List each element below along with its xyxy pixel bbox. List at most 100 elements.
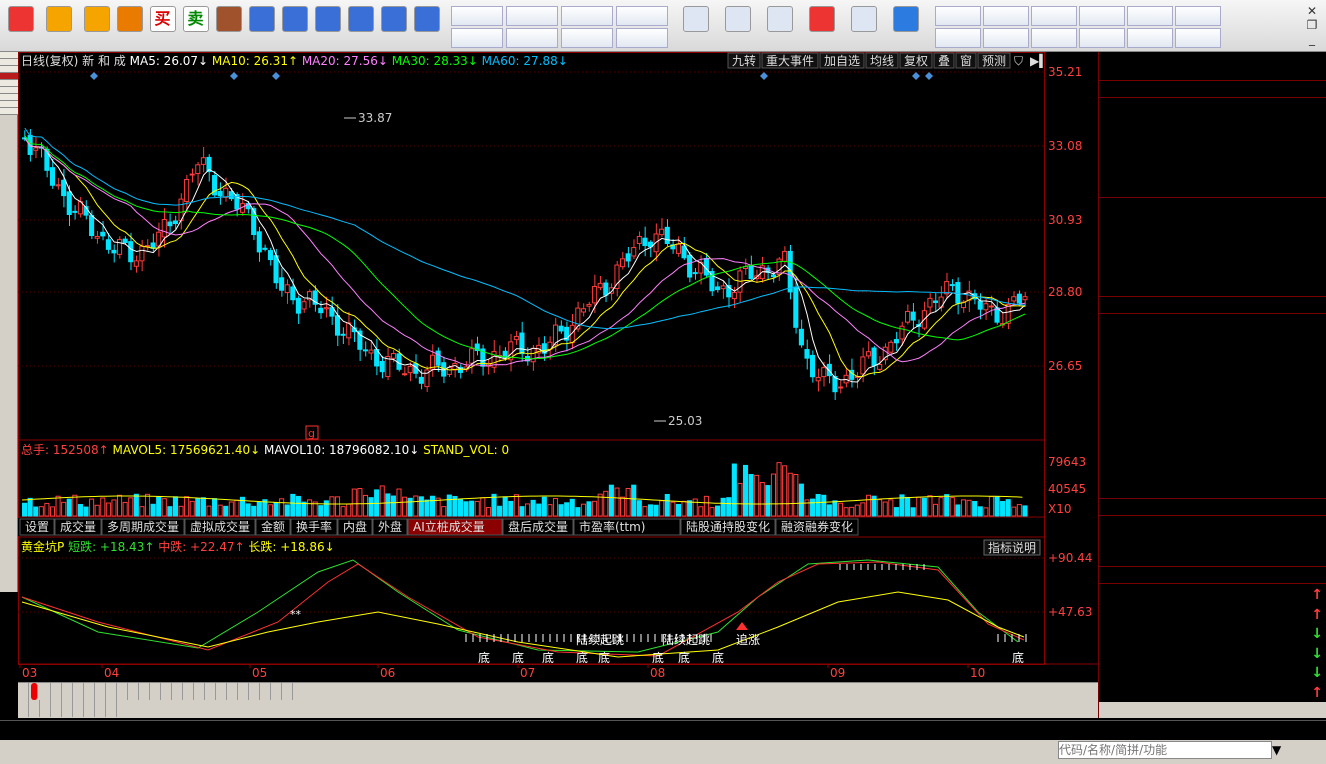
- buy-level-1[interactable]: [1099, 200, 1326, 218]
- chart-header-button-1[interactable]: 重大事件: [761, 52, 819, 69]
- toolbar-market-3-0[interactable]: [1079, 6, 1125, 26]
- toolbar-market-1-0[interactable]: [983, 6, 1029, 26]
- bottom-tab-12[interactable]: [150, 683, 161, 700]
- left-tab-0[interactable]: [0, 52, 18, 59]
- toolbar-hammer-button[interactable]: [212, 4, 245, 50]
- toolbar-market-4-1[interactable]: [1127, 28, 1173, 48]
- sell-level-4[interactable]: [1099, 119, 1326, 137]
- toolbar-hot-button[interactable]: [803, 4, 841, 50]
- indicator-tab-2[interactable]: 多周期成交量: [101, 518, 185, 536]
- toolbar-clock-button[interactable]: [113, 4, 146, 50]
- minimize-icon[interactable]: _: [1302, 32, 1322, 46]
- indicator-tab-10[interactable]: 市盈率(ttm): [573, 518, 681, 536]
- chart-header-button-5[interactable]: 叠: [933, 52, 955, 69]
- buy-level-3[interactable]: [1099, 238, 1326, 256]
- restore-icon[interactable]: ❐: [1302, 18, 1322, 32]
- jingling-item[interactable]: [1099, 548, 1326, 564]
- jingling-title[interactable]: [1099, 498, 1326, 516]
- arrow-menu-icon[interactable]: ▶▍: [1030, 53, 1048, 68]
- bottom-tab-8[interactable]: [106, 683, 117, 700]
- bottom-tab-0[interactable]: [18, 683, 29, 700]
- bottom-tab-13[interactable]: [161, 683, 172, 700]
- toolbar-link-2-0[interactable]: [561, 6, 613, 26]
- stock-search-input[interactable]: [1058, 741, 1272, 759]
- chart-header-button-7[interactable]: 预测: [977, 52, 1011, 69]
- toolbar-market-4-0[interactable]: [1127, 6, 1173, 26]
- toolbar-pencil-button[interactable]: [344, 4, 377, 50]
- close-icon[interactable]: ✕: [1302, 4, 1322, 18]
- indicator-tab-3[interactable]: 虚拟成交量: [184, 518, 256, 536]
- toolbar-market-2-0[interactable]: [1031, 6, 1077, 26]
- bottom-tab-24[interactable]: [282, 683, 293, 700]
- bottom-tab-17[interactable]: [205, 683, 216, 700]
- bottom-tab-19[interactable]: [227, 683, 238, 700]
- toolbar-link-0-0[interactable]: [451, 6, 503, 26]
- left-tab-5[interactable]: [0, 87, 18, 94]
- dropdown-icon[interactable]: ▼: [1272, 740, 1281, 760]
- indicator-tab-7[interactable]: 外盘: [372, 518, 408, 536]
- news-tab-2[interactable]: [40, 700, 51, 717]
- bottom-tab-16[interactable]: [194, 683, 205, 700]
- indicator-tab-0[interactable]: 设置: [19, 518, 55, 536]
- jingling-item[interactable]: [1099, 532, 1326, 548]
- bottom-tab-4[interactable]: [62, 683, 73, 700]
- toolbar-star-button[interactable]: [245, 4, 278, 50]
- sell-level-2[interactable]: [1099, 157, 1326, 175]
- toolbar-link-1-0[interactable]: [506, 6, 558, 26]
- left-tab-1[interactable]: [0, 59, 18, 66]
- bottom-tab-14[interactable]: [172, 683, 183, 700]
- left-tab-3[interactable]: [0, 73, 18, 80]
- chart-header-button-4[interactable]: 复权: [899, 52, 933, 69]
- toolbar-pe-data-button[interactable]: [761, 4, 799, 50]
- bottom-tab-9[interactable]: [117, 683, 128, 700]
- toolbar-sell-button[interactable]: 卖: [179, 4, 212, 50]
- chart-header-button-0[interactable]: 九转: [727, 52, 761, 69]
- bottom-tab-20[interactable]: [238, 683, 249, 700]
- chart-header-button-2[interactable]: 加自选: [819, 52, 865, 69]
- toolbar-market-0-0[interactable]: [935, 6, 981, 26]
- toolbar-market-1-1[interactable]: [983, 28, 1029, 48]
- indicator-tab-4[interactable]: 金额: [255, 518, 291, 536]
- toolbar-market-2-1[interactable]: [1031, 28, 1077, 48]
- indicator-tab-8[interactable]: AI立桩成交量: [407, 518, 503, 536]
- news-tab-6[interactable]: [84, 700, 95, 717]
- bottom-tab-10[interactable]: [128, 683, 139, 700]
- chart-header-button-3[interactable]: 均线: [865, 52, 899, 69]
- sell-level-1[interactable]: [1099, 176, 1326, 194]
- news-tab-7[interactable]: [95, 700, 106, 717]
- sell-level-3[interactable]: [1099, 138, 1326, 156]
- toolbar-market-5-1[interactable]: [1175, 28, 1221, 48]
- news-tab-1[interactable]: [29, 700, 40, 717]
- buy-level-2[interactable]: [1099, 219, 1326, 237]
- indicator-tab-1[interactable]: 成交量: [54, 518, 102, 536]
- bottom-tab-18[interactable]: [216, 683, 227, 700]
- toolbar-ipo-button[interactable]: [845, 4, 883, 50]
- news-tab-8[interactable]: [106, 700, 117, 717]
- toolbar-market-3-1[interactable]: [1079, 28, 1125, 48]
- bottom-tab-6[interactable]: [84, 683, 95, 700]
- bottom-tab-21[interactable]: [249, 683, 260, 700]
- indicator-tab-5[interactable]: 换手率: [290, 518, 338, 536]
- chart-header-button-6[interactable]: 窗: [955, 52, 977, 69]
- toolbar-select-stock-button[interactable]: [410, 4, 443, 50]
- toolbar-period-button[interactable]: [311, 4, 344, 50]
- bottom-tab-15[interactable]: [183, 683, 194, 700]
- indicator-tab-9[interactable]: 盘后成交量: [502, 518, 574, 536]
- bottom-tab-23[interactable]: [271, 683, 282, 700]
- toolbar-star-market-button[interactable]: [677, 4, 715, 50]
- left-tab-8[interactable]: [0, 108, 18, 115]
- toolbar-back-arrow-button[interactable]: [42, 4, 75, 50]
- bottom-tab-2[interactable]: [40, 683, 51, 700]
- toolbar-market-0-1[interactable]: [935, 28, 981, 48]
- toolbar-globe-button[interactable]: [887, 4, 925, 50]
- left-tab-6[interactable]: [0, 94, 18, 101]
- industry-row[interactable]: [1099, 566, 1326, 584]
- sell-level-5[interactable]: [1099, 100, 1326, 118]
- toolbar-link-3-0[interactable]: [616, 6, 668, 26]
- sell-notice[interactable]: [1099, 296, 1326, 314]
- bottom-tab-7[interactable]: [95, 683, 106, 700]
- toolbar-forum-button[interactable]: [377, 4, 410, 50]
- buy-level-5[interactable]: [1099, 276, 1326, 294]
- toolbar-windows-logo-button[interactable]: [4, 4, 37, 50]
- indicator-help-button[interactable]: 指标说明: [983, 539, 1041, 556]
